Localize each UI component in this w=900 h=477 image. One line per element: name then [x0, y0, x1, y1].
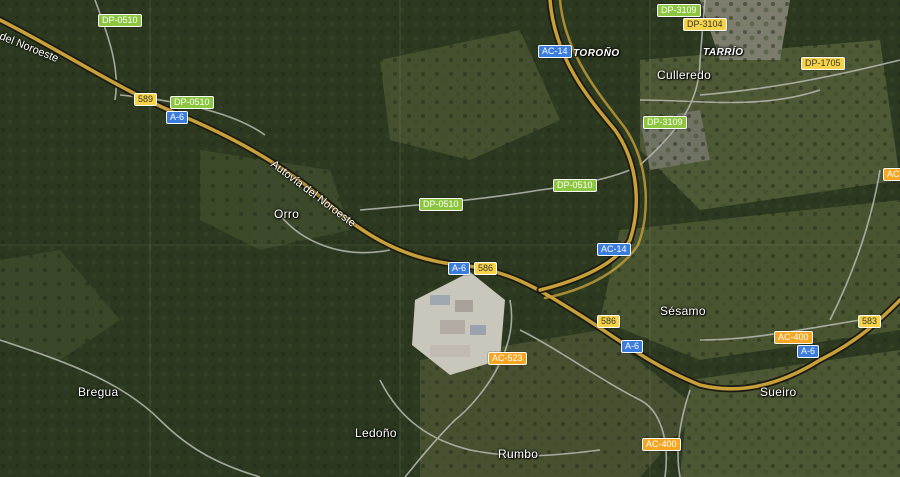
shield-dp0510[interactable]: DP-0510	[553, 179, 597, 192]
place-sesamo[interactable]: Sésamo	[660, 304, 706, 318]
place-tarrio[interactable]: TARRÍO	[703, 47, 744, 58]
shield-dp3109[interactable]: DP-3109	[657, 4, 701, 17]
shield-ac14[interactable]: AC-14	[597, 243, 631, 256]
place-sueiro[interactable]: Sueiro	[760, 385, 797, 399]
shield-586[interactable]: 586	[597, 315, 621, 328]
place-orro[interactable]: Orro	[274, 207, 299, 221]
shield-ac523[interactable]: AC-523	[488, 352, 527, 365]
shield-586[interactable]: 586	[474, 262, 498, 275]
place-toronho[interactable]: TOROÑO	[573, 48, 620, 59]
shield-dp0510[interactable]: DP-0510	[419, 198, 463, 211]
map-view[interactable]: del Noroeste Autovía del Noroeste Culler…	[0, 0, 900, 477]
shield-a6[interactable]: A-6	[448, 262, 471, 275]
place-rumbo[interactable]: Rumbo	[498, 447, 538, 461]
shield-dp0510[interactable]: DP-0510	[170, 96, 214, 109]
satellite-basemap	[0, 0, 900, 477]
shield-a6[interactable]: A-6	[166, 111, 189, 124]
shield-589[interactable]: 589	[134, 93, 158, 106]
shield-ac14[interactable]: AC-14	[538, 45, 572, 58]
shield-dp3104[interactable]: DP-3104	[683, 18, 727, 31]
shield-dp1705[interactable]: DP-1705	[801, 57, 845, 70]
shield-583[interactable]: 583	[858, 315, 882, 328]
terrain-texture	[0, 0, 900, 477]
shield-ac400[interactable]: AC-400	[642, 438, 681, 451]
place-ledonho[interactable]: Ledoño	[355, 426, 397, 440]
shield-dp0510[interactable]: DP-0510	[98, 14, 142, 27]
shield-ac-edge[interactable]: AC-	[883, 168, 900, 181]
shield-a6[interactable]: A-6	[797, 345, 820, 358]
shield-ac400[interactable]: AC-400	[774, 331, 813, 344]
place-bregua[interactable]: Bregua	[78, 385, 119, 399]
shield-dp3109[interactable]: DP-3109	[643, 116, 687, 129]
shield-a6[interactable]: A-6	[621, 340, 644, 353]
place-culleredo[interactable]: Culleredo	[657, 68, 711, 82]
